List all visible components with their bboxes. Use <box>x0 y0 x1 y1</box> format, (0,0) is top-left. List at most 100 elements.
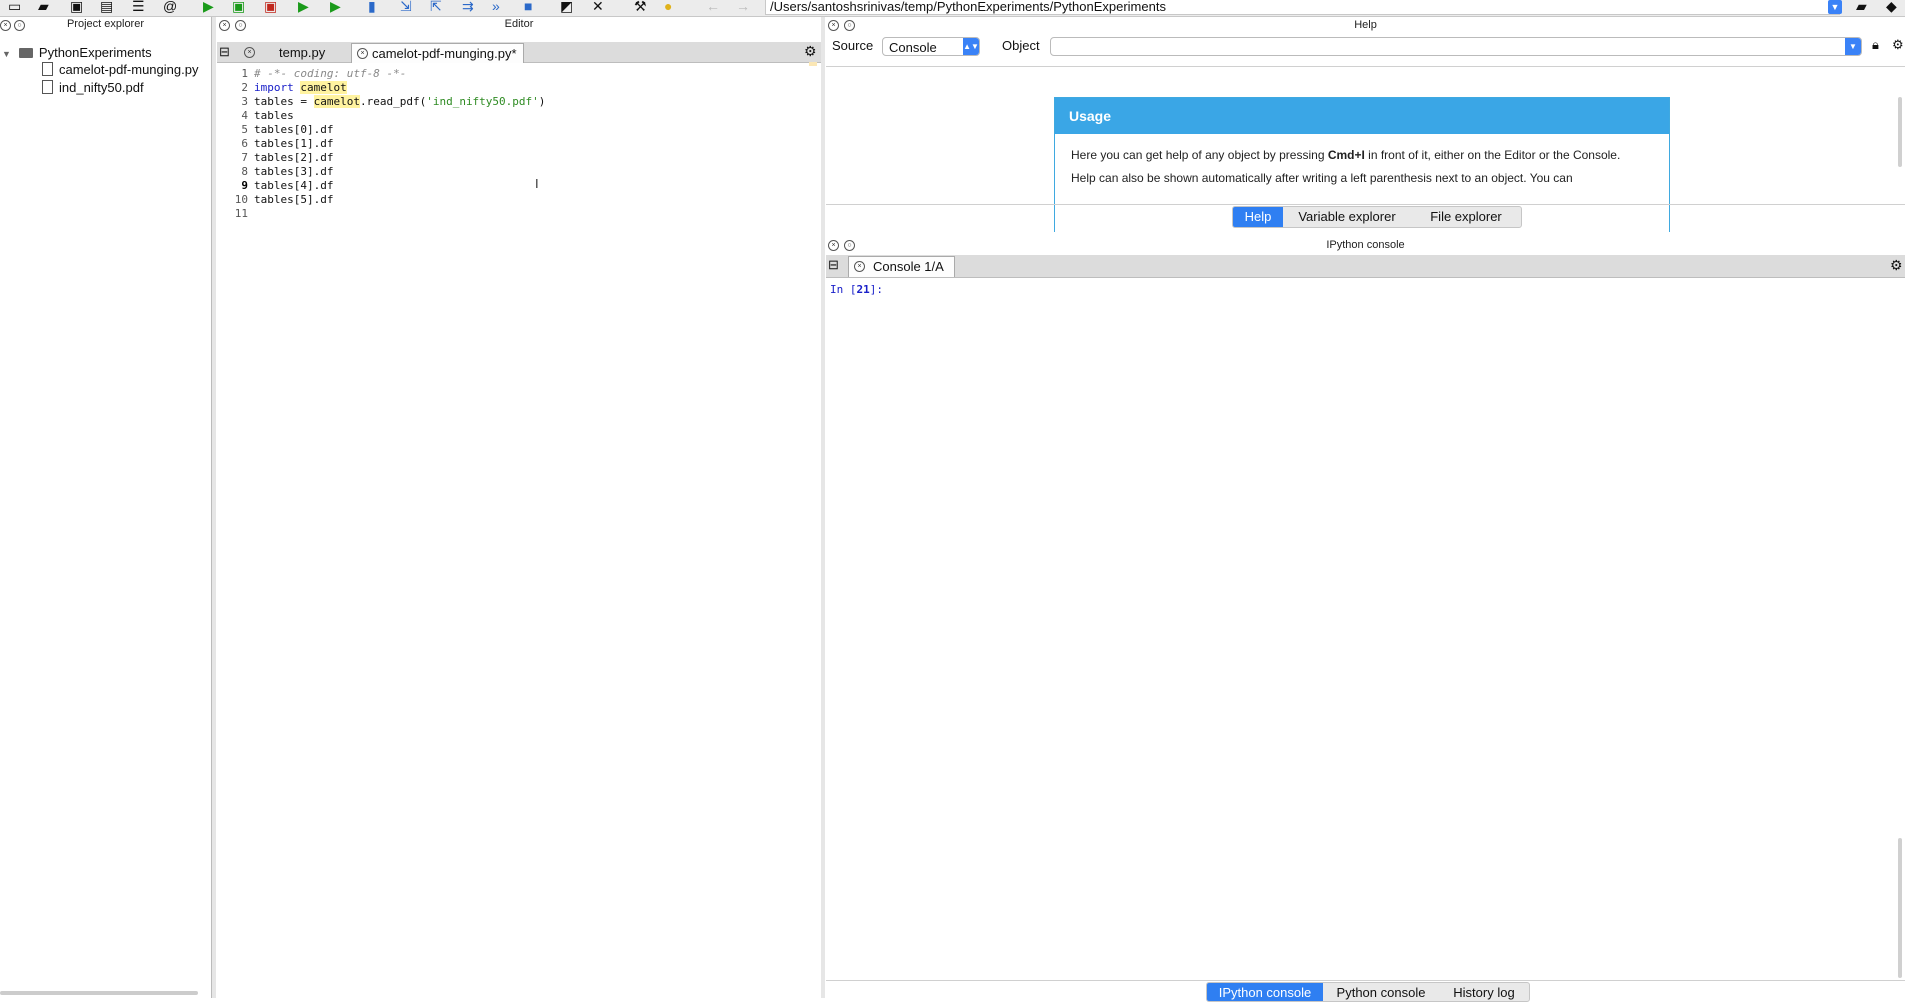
tab-python-console[interactable]: Python console <box>1323 983 1439 1001</box>
main-toolbar: ▭ ▰ ▣ ▤ ☰ @ ▶ ▣ ▣ ▶ ▶ ▮ ⇲ ⇱ ⇉ » ■ ◩ ✕ ⚒ … <box>0 0 1905 17</box>
tree-root[interactable]: ▼ PythonExperiments <box>2 45 152 62</box>
close-tab-icon[interactable]: × <box>854 261 865 272</box>
tab-variable-explorer[interactable]: Variable explorer <box>1283 207 1411 227</box>
tab-label: camelot-pdf-munging.py* <box>372 46 517 61</box>
working-directory-input[interactable]: /Users/santoshsrinivas/temp/PythonExperi… <box>765 0 1840 15</box>
back-arrow-icon[interactable]: ← <box>706 0 720 13</box>
open-folder-icon[interactable]: ▰ <box>38 0 49 13</box>
project-explorer-title: Project explorer <box>66 18 145 30</box>
close-tab-icon[interactable]: × <box>357 48 368 59</box>
help-title: Help <box>1354 19 1377 31</box>
chevron-down-icon[interactable]: ▼ <box>1845 38 1861 55</box>
scroll-marker <box>809 62 817 66</box>
debug-icon[interactable]: ▶ <box>330 0 341 13</box>
python-path-icon[interactable]: ● <box>664 0 672 13</box>
step-return-icon[interactable]: ⇱ <box>430 0 442 13</box>
code-line: tables[1].df <box>254 137 334 150</box>
browse-tabs-icon[interactable]: ⊟ <box>219 44 230 60</box>
object-input[interactable]: ▼ <box>1050 37 1862 56</box>
editor-pane: × ○ Editor ⊟ × temp.py × camelot-pdf-mun… <box>217 17 821 998</box>
run-icon[interactable]: ▶ <box>203 0 214 13</box>
tab-camelot-pdf-munging[interactable]: × camelot-pdf-munging.py* <box>351 43 524 63</box>
shortcut-key: Cmd+I <box>1327 148 1365 162</box>
gear-icon[interactable]: ⚙ <box>1890 257 1903 274</box>
step-into-icon[interactable]: ⇲ <box>400 0 412 13</box>
run-cell-icon[interactable]: ▣ <box>232 0 245 13</box>
browse-folder-icon[interactable]: ▰ <box>1856 0 1867 13</box>
divider <box>826 204 1905 205</box>
run-selection-icon[interactable]: ▶ <box>298 0 309 13</box>
run-cell-advance-icon[interactable]: ▣ <box>264 0 277 13</box>
collapse-arrow-icon[interactable]: ▼ <box>2 49 11 59</box>
source-label: Source <box>832 38 874 53</box>
browse-tabs-icon[interactable]: ⊟ <box>828 257 839 273</box>
input-prompt: In [21]: <box>830 283 883 297</box>
line-number: 8 <box>241 165 248 178</box>
prompt-number: 21 <box>856 283 870 296</box>
code-line: tables = camelot.read_pdf('ind_nifty50.p… <box>254 95 545 109</box>
chevron-down-icon[interactable]: ▼ <box>1828 0 1842 14</box>
save-all-icon[interactable]: ▤ <box>100 0 113 13</box>
line-number: 11 <box>234 207 248 220</box>
file-name: ind_nifty50.pdf <box>59 80 144 95</box>
fast-forward-icon[interactable]: » <box>492 0 500 13</box>
console-tab-bar: ⊟ × Console 1/A ⚙ <box>826 255 1905 278</box>
usage-text: in front of it, either on the Editor or … <box>1364 148 1621 162</box>
tree-file-item[interactable]: camelot-pdf-munging.py <box>42 62 198 78</box>
stop-icon[interactable]: ■ <box>524 0 532 13</box>
code-token: ) <box>538 95 546 108</box>
horizontal-scrollbar[interactable] <box>0 991 198 995</box>
preferences-icon[interactable]: ⚒ <box>634 0 647 13</box>
gear-icon[interactable]: ⚙ <box>1892 37 1904 53</box>
tab-history-log[interactable]: History log <box>1439 983 1529 1001</box>
maximize-icon[interactable]: ◩ <box>560 0 573 13</box>
usage-paragraph: Help can also be shown automatically aft… <box>1071 171 1573 185</box>
vertical-scrollbar[interactable] <box>1898 838 1902 978</box>
source-value: Console <box>889 40 937 55</box>
line-number: 4 <box>241 109 248 122</box>
console-bottom-tabbar: IPython console Python console History l… <box>1206 982 1530 1002</box>
text-cursor-icon: I <box>535 176 539 191</box>
forward-arrow-icon[interactable]: → <box>736 0 750 13</box>
line-number: 6 <box>241 137 248 150</box>
gear-icon[interactable]: ⚙ <box>804 43 817 60</box>
continue-icon[interactable]: ⇉ <box>462 0 474 13</box>
tree-file-item[interactable]: ind_nifty50.pdf <box>42 80 144 96</box>
code-line: tables[0].df <box>254 123 334 136</box>
code-line: tables[2].df <box>254 151 334 164</box>
code-token: .read_pdf( <box>359 95 427 108</box>
keyword: import <box>254 81 294 94</box>
code-token: tables = <box>254 95 314 108</box>
folder-icon <box>18 48 33 58</box>
chevron-updown-icon: ▲▼ <box>963 38 979 55</box>
line-number: 3 <box>241 95 248 108</box>
object-label: Object <box>1002 38 1040 53</box>
save-icon[interactable]: ▣ <box>70 0 83 13</box>
step-icon[interactable]: ▮ <box>368 0 376 13</box>
new-file-icon[interactable]: ▭ <box>8 0 21 13</box>
lock-icon[interactable]: 🔒︎ <box>1872 37 1879 53</box>
highlighted-token: camelot <box>313 95 360 108</box>
line-number: 1 <box>241 67 248 80</box>
fullscreen-icon[interactable]: ✕ <box>592 0 604 13</box>
pane-splitter[interactable] <box>821 17 825 998</box>
file-icon <box>42 62 53 76</box>
tab-file-explorer[interactable]: File explorer <box>1411 207 1521 227</box>
source-select[interactable]: Console ▲▼ <box>882 37 980 56</box>
parent-dir-icon[interactable]: ◆ <box>1886 0 1897 13</box>
editor-tab-bar: ⊟ × temp.py × camelot-pdf-munging.py* ⚙ <box>217 42 821 63</box>
vertical-scrollbar[interactable] <box>1898 97 1902 167</box>
code-editor-area[interactable]: 1 # -*- coding: utf-8 -*- 2 import camel… <box>217 62 821 998</box>
tab-console-1a[interactable]: × Console 1/A <box>848 256 955 277</box>
list-icon[interactable]: ☰ <box>132 0 145 13</box>
close-tab-icon[interactable]: × <box>244 47 255 58</box>
tab-ipython-console[interactable]: IPython console <box>1207 983 1323 1001</box>
pane-splitter[interactable] <box>212 17 216 998</box>
tab-temp-py[interactable]: temp.py <box>273 43 331 62</box>
console-title: IPython console <box>1326 239 1405 251</box>
email-icon[interactable]: @ <box>163 0 177 13</box>
console-output[interactable]: In [21]: <box>826 279 1905 979</box>
help-bottom-tabbar: Help Variable explorer File explorer <box>1232 206 1522 228</box>
line-number: 7 <box>241 151 248 164</box>
tab-help[interactable]: Help <box>1233 207 1283 227</box>
